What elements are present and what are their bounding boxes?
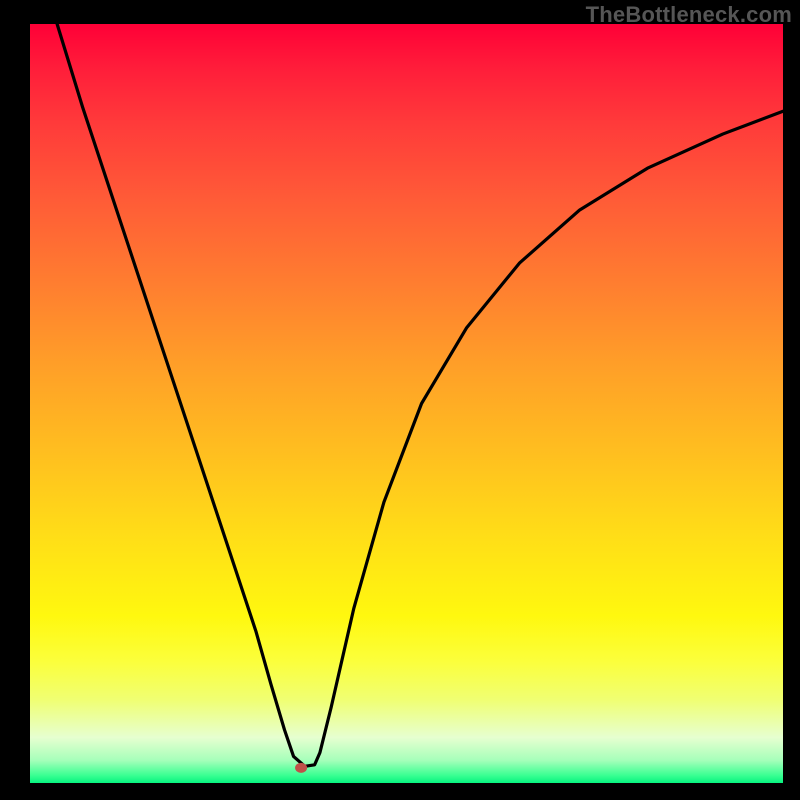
curve-svg: [30, 24, 783, 783]
chart-frame: TheBottleneck.com: [0, 0, 800, 800]
minimum-marker: [295, 763, 307, 773]
bottleneck-curve: [57, 24, 783, 766]
plot-area: [30, 24, 783, 783]
